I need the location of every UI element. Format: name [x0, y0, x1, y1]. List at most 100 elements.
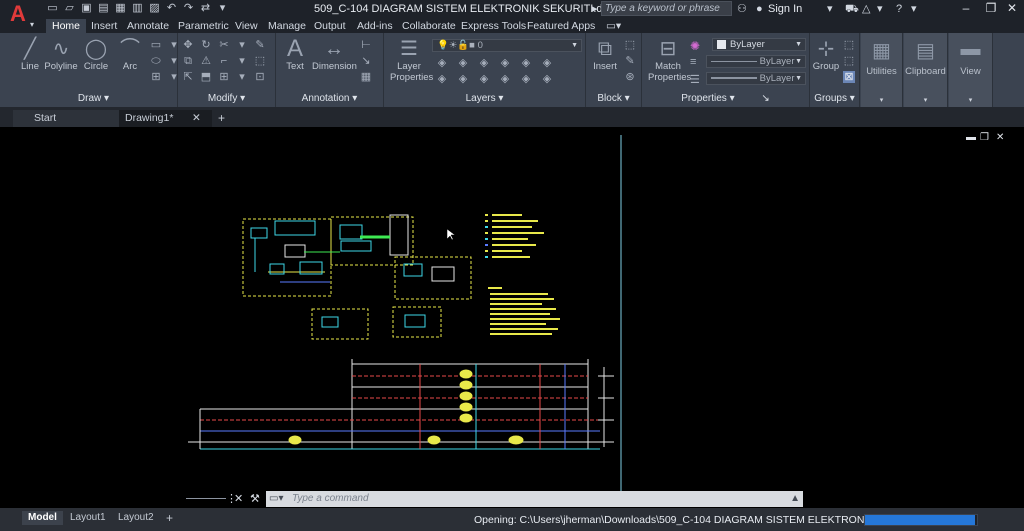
- fillet-caret-icon[interactable]: ▾: [236, 55, 248, 67]
- ungroup-icon[interactable]: ⬚: [843, 39, 855, 51]
- undo-icon[interactable]: ↶: [165, 2, 178, 15]
- command-history-caret-icon[interactable]: ▲: [790, 491, 800, 507]
- print-icon[interactable]: ▨: [148, 2, 161, 15]
- new-tab-icon[interactable]: +: [218, 111, 225, 125]
- trim-icon[interactable]: ✂: [218, 39, 230, 51]
- panel-utilities[interactable]: ▦ Utilities ▾: [861, 33, 903, 107]
- command-input[interactable]: ▭▾ Type a command ▲: [266, 491, 803, 507]
- tab-parametric[interactable]: Parametric: [178, 19, 229, 33]
- hatch-icon[interactable]: ⬭: [150, 55, 162, 67]
- trim-caret-icon[interactable]: ▾: [236, 39, 248, 51]
- panel-title-annotation[interactable]: Annotation ▾: [276, 93, 383, 105]
- tab-view[interactable]: View: [235, 19, 258, 33]
- layer-tool-10-icon[interactable]: ◈: [499, 73, 511, 85]
- layer-tool-1-icon[interactable]: ◈: [436, 57, 448, 69]
- rectangle-icon[interactable]: ▭: [150, 39, 162, 51]
- panel-title-draw[interactable]: Draw ▾: [10, 93, 177, 105]
- tab-annotate[interactable]: Annotate: [127, 19, 169, 33]
- redo-icon[interactable]: ↷: [182, 2, 195, 15]
- panel-title-properties[interactable]: Properties ▾ ↘: [642, 93, 809, 105]
- panel-title-modify[interactable]: Modify ▾: [178, 93, 275, 105]
- save-as-icon[interactable]: ▤: [97, 2, 110, 15]
- layer-tool-12-icon[interactable]: ◈: [541, 73, 553, 85]
- command-customize-icon[interactable]: ⚒: [250, 492, 260, 505]
- attribute-icon[interactable]: ⊛: [624, 71, 636, 83]
- new-layout-icon[interactable]: +: [160, 511, 179, 525]
- properties-launcher-icon[interactable]: ↘: [761, 93, 769, 104]
- layout-tab-model[interactable]: Model: [22, 511, 63, 525]
- tab-home[interactable]: Home: [46, 19, 87, 33]
- fillet-icon[interactable]: ⌐: [218, 55, 230, 67]
- file-tab-drawing1[interactable]: Drawing1* ✕: [119, 110, 212, 127]
- dimension-tool[interactable]: ↔ Dimension: [312, 37, 357, 72]
- explode-icon[interactable]: ⬚: [254, 55, 266, 67]
- tab-add-ins[interactable]: Add-ins: [357, 19, 393, 33]
- offset-icon[interactable]: ⊡: [254, 71, 266, 83]
- layer-tool-6-icon[interactable]: ◈: [541, 57, 553, 69]
- line-tool[interactable]: ╱ Line: [13, 37, 47, 72]
- group-edit-icon[interactable]: ⬚: [843, 55, 855, 67]
- edit-block-icon[interactable]: ✎: [624, 55, 636, 67]
- layer-properties-tool[interactable]: ☰ Layer Properties: [390, 37, 433, 83]
- layer-tool-8-icon[interactable]: ◈: [457, 73, 469, 85]
- layer-tool-2-icon[interactable]: ◈: [457, 57, 469, 69]
- rotate-icon[interactable]: ↻: [200, 39, 212, 51]
- lineweight-dropdown[interactable]: ByLayer ▼: [706, 72, 806, 85]
- circle-tool[interactable]: ◯ Circle: [79, 37, 113, 72]
- group-selection-icon[interactable]: ⊠: [843, 71, 855, 83]
- minimize-window-button[interactable]: –: [958, 1, 974, 16]
- sign-in-button[interactable]: Sign In: [768, 3, 802, 15]
- layer-tool-9-icon[interactable]: ◈: [478, 73, 490, 85]
- save-icon[interactable]: ▣: [80, 2, 93, 15]
- ribbon-options-icon[interactable]: ▭▾: [606, 19, 621, 33]
- open-icon[interactable]: ▱: [63, 2, 76, 15]
- sign-in-caret-icon[interactable]: ▾: [827, 2, 833, 16]
- tab-collaborate[interactable]: Collaborate: [402, 19, 456, 33]
- stretch-icon[interactable]: ⇱: [182, 71, 194, 83]
- search-expand-icon[interactable]: ▸: [592, 2, 598, 16]
- erase-icon[interactable]: ✎: [254, 39, 266, 51]
- user-icon[interactable]: ●: [756, 2, 763, 16]
- layer-tool-4-icon[interactable]: ◈: [499, 57, 511, 69]
- polyline-tool[interactable]: ∿ Polyline: [44, 37, 78, 72]
- create-block-icon[interactable]: ⬚: [624, 39, 636, 51]
- close-tab-icon[interactable]: ✕: [192, 110, 201, 127]
- move-icon[interactable]: ✥: [182, 39, 194, 51]
- copy-icon[interactable]: ⧉: [182, 55, 194, 67]
- leader-caret-icon[interactable]: ↘: [360, 55, 372, 67]
- restore-window-button[interactable]: ❐: [983, 1, 999, 16]
- panel-view[interactable]: ▬ View ▾: [949, 33, 993, 107]
- cart-icon[interactable]: ⛟: [845, 2, 859, 16]
- customize-qat-icon[interactable]: ▾: [216, 2, 229, 15]
- binoculars-icon[interactable]: ⚇: [737, 2, 747, 16]
- gradient-icon[interactable]: ⊞: [150, 71, 162, 83]
- layout-tab-layout1[interactable]: Layout1: [64, 511, 112, 525]
- command-close-icon[interactable]: ✕: [234, 492, 243, 505]
- color-wheel-icon[interactable]: ✺: [690, 39, 700, 53]
- panel-title-block[interactable]: Block ▾: [586, 93, 641, 105]
- search-input[interactable]: Type a keyword or phrase: [601, 1, 732, 16]
- linetype-dropdown[interactable]: ByLayer ▼: [706, 55, 806, 68]
- layer-tool-5-icon[interactable]: ◈: [520, 57, 532, 69]
- help-caret-icon[interactable]: ▾: [911, 2, 917, 16]
- leader-icon[interactable]: ⊢: [360, 39, 372, 51]
- file-tab-start[interactable]: Start: [13, 110, 119, 127]
- connect-caret-icon[interactable]: ▾: [877, 2, 883, 16]
- layer-tool-3-icon[interactable]: ◈: [478, 57, 490, 69]
- tab-express-tools[interactable]: Express Tools: [461, 19, 526, 33]
- mirror-icon[interactable]: ⚠: [200, 55, 212, 67]
- share-icon[interactable]: ⇄: [199, 2, 212, 15]
- color-dropdown[interactable]: ByLayer ▼: [712, 38, 806, 51]
- tab-insert[interactable]: Insert: [91, 19, 117, 33]
- drawing-viewport[interactable]: ▬ ❐ ✕: [0, 127, 1024, 507]
- layer-tool-11-icon[interactable]: ◈: [520, 73, 532, 85]
- tab-manage[interactable]: Manage: [268, 19, 306, 33]
- autodesk-a360-icon[interactable]: △: [862, 2, 870, 16]
- panel-clipboard[interactable]: ▤ Clipboard ▾: [904, 33, 948, 107]
- array-icon[interactable]: ⊞: [218, 71, 230, 83]
- insert-block-tool[interactable]: ⧉ Insert: [588, 37, 622, 72]
- layer-tool-7-icon[interactable]: ◈: [436, 73, 448, 85]
- table-icon[interactable]: ▦: [360, 71, 372, 83]
- application-menu-button[interactable]: A ▾: [0, 0, 38, 33]
- help-icon[interactable]: ?: [896, 2, 902, 16]
